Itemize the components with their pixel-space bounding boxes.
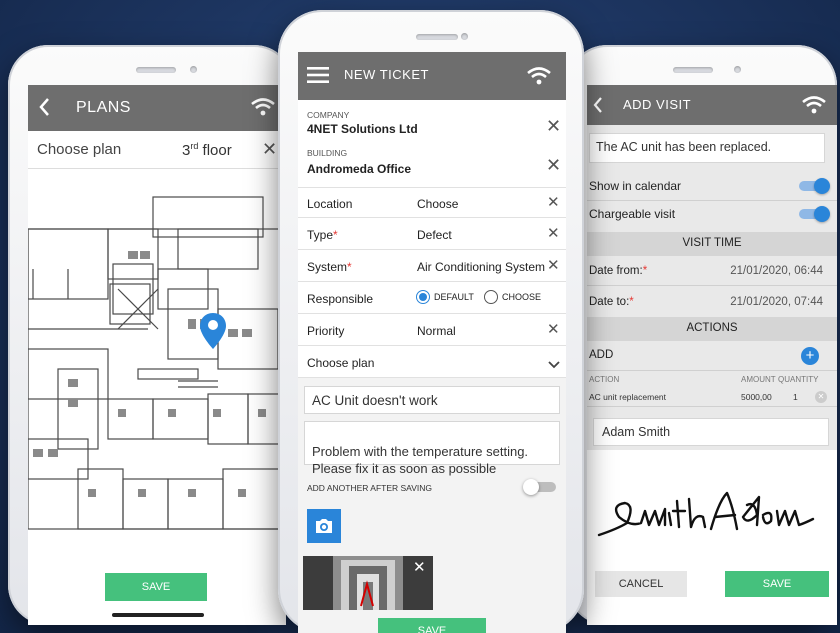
system-row[interactable]: System* Air Conditioning System ✕ (298, 250, 566, 282)
type-row[interactable]: Type* Defect ✕ (298, 218, 566, 250)
cancel-button[interactable]: CANCEL (595, 571, 687, 597)
add-label: ADD (589, 349, 614, 361)
home-indicator (112, 613, 204, 617)
show-in-calendar-row: Show in calendar (587, 173, 837, 201)
responsible-row: Responsible DEFAULT CHOOSE (298, 282, 566, 314)
clear-type-icon[interactable]: ✕ (547, 226, 560, 241)
actions-table-header: ACTION AMOUNT QUANTITY (589, 375, 819, 384)
front-camera (190, 66, 197, 73)
page-title: ADD VISIT (623, 97, 692, 112)
floor-label: 3rd floor (182, 141, 232, 159)
building-value: Andromeda Office (307, 162, 412, 176)
chargeable-visit-toggle[interactable] (799, 206, 830, 222)
signer-name-field[interactable]: Adam Smith (593, 418, 829, 446)
page-title: NEW TICKET (344, 67, 429, 82)
add-another-label: ADD ANOTHER AFTER SAVING (307, 483, 433, 493)
company-field[interactable]: COMPANY 4NET Solutions Ltd ✕ (298, 100, 566, 138)
show-in-calendar-label: Show in calendar (589, 179, 682, 193)
menu-icon[interactable] (307, 67, 329, 88)
subject-field[interactable]: AC Unit doesn't work (304, 386, 560, 414)
clear-location-icon[interactable]: ✕ (547, 195, 560, 210)
phone-new-ticket: NEW TICKET COMPANY 4NET Solutions Ltd ✕ … (278, 10, 584, 633)
clear-system-icon[interactable]: ✕ (547, 258, 560, 273)
table-row: AC unit replacement 5000,00 1 ✕ (587, 387, 837, 407)
choose-plan-row[interactable]: Choose plan (298, 346, 566, 378)
speaker (416, 34, 458, 40)
wifi-icon (250, 97, 276, 122)
location-pin-icon[interactable] (200, 313, 226, 354)
chevron-down-icon[interactable] (548, 358, 560, 372)
remove-item-icon[interactable]: ✕ (815, 391, 827, 403)
visit-time-section: VISIT TIME (587, 232, 837, 256)
camera-icon (316, 519, 332, 533)
phone-plans: PLANS Choose plan 3rd floor ✕ SAVE (8, 45, 294, 625)
wifi-icon (801, 95, 827, 120)
system-value: Air Conditioning System (417, 260, 546, 274)
responsible-label: Responsible (307, 292, 374, 306)
radio-choose[interactable]: CHOOSE (484, 290, 541, 304)
clear-company-icon[interactable]: ✕ (546, 117, 561, 135)
priority-value: Normal (417, 324, 456, 338)
building-field[interactable]: BUILDING Andromeda Office ✕ (298, 138, 566, 188)
type-value: Defect (417, 228, 452, 242)
speaker (136, 67, 176, 73)
floor-plan-drawing (28, 196, 286, 530)
remove-photo-icon[interactable]: ✕ (413, 558, 426, 576)
add-action-icon[interactable]: + (801, 347, 819, 365)
front-camera (734, 66, 741, 73)
visit-note-field[interactable]: The AC unit has been replaced. (589, 133, 825, 163)
chargeable-visit-row: Chargeable visit (587, 201, 837, 229)
camera-button[interactable] (307, 509, 341, 543)
add-visit-screen: ADD VISIT The AC unit has been replaced.… (587, 85, 837, 625)
location-row[interactable]: Location Choose ✕ (298, 188, 566, 218)
description-field[interactable]: Problem with the temperature setting. Pl… (304, 421, 560, 476)
front-camera (461, 33, 468, 40)
clear-plan-icon[interactable]: ✕ (262, 140, 277, 158)
radio-default[interactable]: DEFAULT (416, 290, 474, 304)
plans-screen: PLANS Choose plan 3rd floor ✕ SAVE (28, 85, 286, 625)
date-from-label: Date from:* (589, 265, 648, 277)
priority-row[interactable]: Priority Normal ✕ (298, 314, 566, 346)
plan-selector[interactable]: Choose plan 3rd floor ✕ (28, 131, 286, 169)
date-to-value: 21/01/2020, 07:44 (730, 296, 823, 308)
company-label: COMPANY (307, 110, 350, 120)
save-button[interactable]: SAVE (725, 571, 829, 597)
phone-add-visit: ADD VISIT The AC unit has been replaced.… (567, 45, 837, 625)
system-label: System* (307, 260, 352, 274)
chargeable-visit-label: Chargeable visit (589, 207, 676, 221)
new-ticket-screen: NEW TICKET COMPANY 4NET Solutions Ltd ✕ … (298, 52, 566, 633)
signature-pad[interactable] (587, 453, 837, 573)
back-icon[interactable] (38, 97, 50, 122)
choose-plan-label: Choose plan (37, 141, 122, 158)
priority-label: Priority (307, 324, 345, 338)
company-value: 4NET Solutions Ltd (307, 122, 418, 136)
visit-form: The AC unit has been replaced. Show in c… (587, 125, 837, 450)
location-value: Choose (417, 197, 459, 211)
date-from-value: 21/01/2020, 06:44 (730, 265, 823, 277)
type-label: Type* (307, 228, 338, 242)
choose-plan-label: Choose plan (307, 356, 375, 370)
add-action-row: ADD + (587, 341, 837, 371)
wifi-icon (526, 66, 552, 91)
date-to-label: Date to:* (589, 296, 634, 308)
speaker (673, 67, 713, 73)
date-to-row[interactable]: Date to:* 21/01/2020, 07:44 (587, 287, 837, 317)
building-label: BUILDING (307, 148, 348, 158)
show-in-calendar-toggle[interactable] (799, 178, 830, 194)
save-button[interactable]: SAVE (378, 618, 486, 633)
date-from-row[interactable]: Date from:* 21/01/2020, 06:44 (587, 256, 837, 286)
save-button[interactable]: SAVE (105, 573, 207, 601)
clear-priority-icon[interactable]: ✕ (547, 322, 560, 337)
attached-photo[interactable]: ✕ (303, 556, 433, 610)
page-title: PLANS (76, 99, 131, 116)
signature-stroke (597, 491, 815, 537)
add-another-toggle[interactable] (523, 479, 556, 495)
back-icon[interactable] (593, 96, 603, 119)
location-label: Location (307, 197, 353, 211)
clear-building-icon[interactable]: ✕ (546, 156, 561, 174)
floor-plan-map[interactable] (28, 169, 286, 585)
actions-section: ACTIONS (587, 317, 837, 341)
